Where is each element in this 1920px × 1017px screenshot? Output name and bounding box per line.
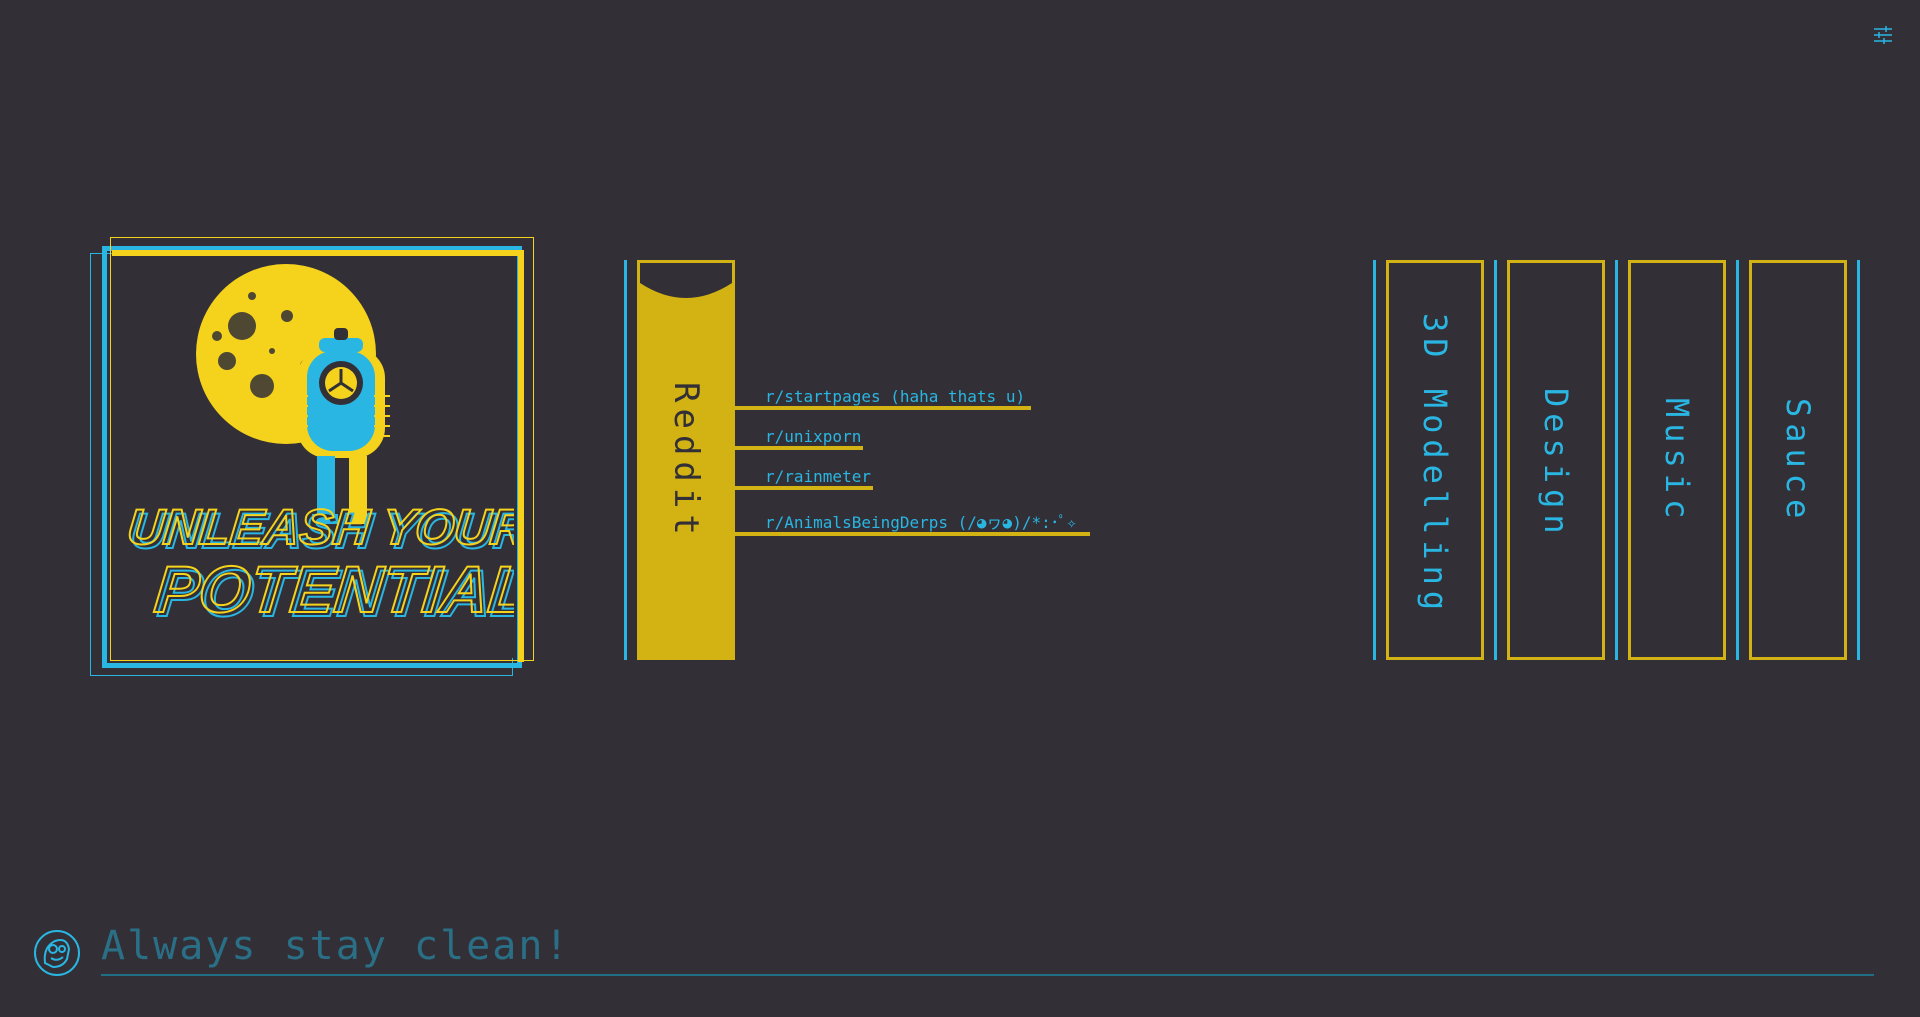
link-unixporn[interactable]: r/unixporn (765, 427, 861, 446)
reddit-label: Reddit (666, 382, 706, 541)
category-rail (1373, 260, 1376, 660)
poster-image: UNLEASH YOUR UNLEASH YOUR POTENTIAL POTE… (112, 256, 514, 658)
tile-label: 3D Modelling (1416, 313, 1454, 617)
tile-3d-modelling[interactable]: 3D Modelling (1386, 260, 1484, 660)
tile-label: Design (1537, 388, 1575, 540)
tile-label: Music (1658, 398, 1696, 525)
settings-icon[interactable] (1872, 24, 1894, 46)
category-rail (1857, 260, 1860, 660)
tile-sauce[interactable]: Sauce (1749, 260, 1847, 660)
category-rail (1615, 260, 1618, 660)
reddit-rail (624, 260, 627, 660)
tile-music[interactable]: Music (1628, 260, 1726, 660)
link-rainmeter[interactable]: r/rainmeter (765, 467, 871, 486)
panel-notch (640, 263, 732, 298)
link-underline (735, 532, 1090, 536)
link-underline (735, 406, 1031, 410)
poster-text-line1-shadow: UNLEASH YOUR (125, 499, 514, 555)
reddit-panel[interactable]: Reddit (637, 260, 735, 660)
link-animalsbeingderps[interactable]: r/AnimalsBeingDerps (/◕ヮ◕)/*:･ﾟ✧ (765, 509, 1076, 533)
category-rail (1494, 260, 1497, 660)
search-input[interactable] (101, 918, 1874, 976)
avatar-icon[interactable] (33, 929, 81, 977)
poster-text-line2-shadow: POTENTIAL (151, 553, 514, 627)
link-startpages[interactable]: r/startpages (haha thats u) (765, 387, 1025, 406)
tile-label: Sauce (1779, 398, 1817, 525)
tile-design[interactable]: Design (1507, 260, 1605, 660)
link-underline (735, 446, 863, 450)
link-underline (735, 486, 873, 490)
category-rail (1736, 260, 1739, 660)
